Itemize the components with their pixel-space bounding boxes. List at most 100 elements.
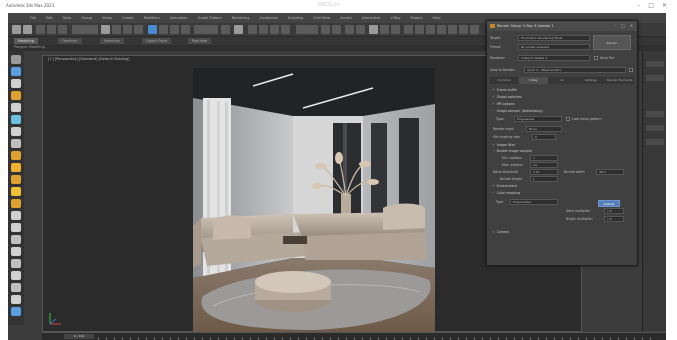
named-selection-dropdown[interactable] xyxy=(296,25,318,34)
ribbon-tab-object-paint[interactable]: Object Paint xyxy=(142,38,172,44)
modify-icon[interactable] xyxy=(11,151,21,160)
section-ipr-options[interactable]: + IPR options xyxy=(490,101,634,108)
dialog-maximize-icon[interactable]: □ xyxy=(621,23,625,28)
motion-icon[interactable] xyxy=(11,175,21,184)
shapes-icon[interactable] xyxy=(11,79,21,88)
select-by-name-icon[interactable] xyxy=(112,25,121,34)
create-panel-icon[interactable] xyxy=(11,55,21,64)
vray-sun-icon[interactable] xyxy=(11,223,21,232)
menu-arnold[interactable]: Arnold xyxy=(340,16,351,20)
section-camera[interactable]: + Camera xyxy=(490,229,634,236)
menu-vray[interactable]: V-Ray xyxy=(390,16,400,20)
section-color-mapping[interactable]: − Color mapping xyxy=(490,190,634,197)
reference-coordinate-dropdown[interactable] xyxy=(194,25,218,34)
menu-animation[interactable]: Animation xyxy=(170,16,188,20)
sampler-type-dropdown[interactable]: Progressive xyxy=(514,116,562,122)
dialog-close-icon[interactable]: ✕ xyxy=(630,23,633,28)
rotate-icon[interactable] xyxy=(159,25,168,34)
systems-icon[interactable] xyxy=(11,139,21,148)
menu-civil-view[interactable]: Civil View xyxy=(313,16,330,20)
placement-icon[interactable] xyxy=(181,25,190,34)
vray-sphere-icon[interactable] xyxy=(11,295,21,304)
vray-proxy-icon[interactable] xyxy=(11,259,21,268)
ribbon-tab-freeform[interactable]: Freeform xyxy=(58,38,82,44)
menu-customize[interactable]: Customize xyxy=(259,16,277,20)
vray-dome-icon[interactable] xyxy=(11,235,21,244)
scale-icon[interactable] xyxy=(170,25,179,34)
snaps-toggle-icon[interactable] xyxy=(248,25,257,34)
vray-camera-icon[interactable] xyxy=(11,247,21,256)
minimize-icon[interactable]: – xyxy=(637,2,640,9)
material-editor-icon[interactable] xyxy=(404,25,413,34)
view-to-render-dropdown[interactable]: Quad 4 - VRayCam001 xyxy=(524,67,626,73)
section-image-sampler[interactable]: − Image sampler (Antialiasing) xyxy=(490,108,634,115)
link-icon[interactable] xyxy=(36,25,45,34)
menu-help[interactable]: Help xyxy=(432,16,440,20)
command-panel-row[interactable] xyxy=(646,61,664,67)
render-mask-dropdown[interactable]: None xyxy=(526,126,562,132)
angle-snap-icon[interactable] xyxy=(259,25,268,34)
curve-editor-icon[interactable] xyxy=(380,25,389,34)
menu-file[interactable]: File xyxy=(30,16,36,20)
menu-project[interactable]: Project xyxy=(410,16,422,20)
helpers-icon[interactable] xyxy=(11,115,21,124)
render-setup-icon[interactable] xyxy=(415,25,424,34)
section-frame-buffer[interactable]: + Frame buffer xyxy=(490,87,634,94)
ribbon-tab-selection[interactable]: Selection xyxy=(100,38,125,44)
scene-explorer-icon[interactable] xyxy=(345,25,354,34)
vray-fur-icon[interactable] xyxy=(11,271,21,280)
rendered-frame-icon[interactable] xyxy=(426,25,435,34)
display-icon[interactable] xyxy=(11,187,21,196)
color-map-type-dropdown[interactable]: Exponential xyxy=(510,199,558,205)
vray-frame-buffer-icon[interactable] xyxy=(459,25,468,34)
tab-gi[interactable]: GI xyxy=(548,77,577,84)
tab-common[interactable]: Common xyxy=(490,77,519,84)
layer-explorer-icon[interactable] xyxy=(356,25,365,34)
render-iterative-icon[interactable] xyxy=(448,25,457,34)
dialog-titlebar[interactable]: Render Setup: V-Ray 6 Update 1 – □ ✕ xyxy=(487,21,637,31)
bright-multiplier-input[interactable]: 1.0 xyxy=(604,216,624,222)
timeline[interactable]: 0 / 100 xyxy=(42,332,666,340)
close-icon[interactable]: ✕ xyxy=(662,2,667,9)
lock-noise-checkbox[interactable] xyxy=(566,117,570,121)
maximize-icon[interactable]: □ xyxy=(648,2,654,9)
lock-view-icon[interactable] xyxy=(629,68,633,72)
select-object-icon[interactable] xyxy=(101,25,110,34)
selection-filter-dropdown[interactable] xyxy=(72,25,98,34)
menu-rendering[interactable]: Rendering xyxy=(232,16,250,20)
color-map-default-button[interactable]: Default xyxy=(598,200,620,207)
vray-light-icon[interactable] xyxy=(11,211,21,220)
tab-vray[interactable]: V-Ray xyxy=(518,77,548,84)
viewport-layout-icon[interactable] xyxy=(11,307,21,316)
vray-plane-icon[interactable] xyxy=(11,283,21,292)
bind-spacewarp-icon[interactable] xyxy=(58,25,67,34)
utilities-icon[interactable] xyxy=(11,199,21,208)
pivot-point-icon[interactable] xyxy=(221,25,230,34)
ribbon-tab-modeling[interactable]: Modeling xyxy=(14,38,38,44)
vray-render-icon[interactable] xyxy=(470,25,479,34)
select-manipulate-icon[interactable] xyxy=(234,25,243,34)
min-shading-input[interactable]: 6 xyxy=(532,134,556,140)
dark-multiplier-input[interactable]: 1.0 xyxy=(604,208,624,214)
percent-snap-icon[interactable] xyxy=(270,25,279,34)
cameras-icon[interactable] xyxy=(11,103,21,112)
align-icon[interactable] xyxy=(332,25,341,34)
geometry-icon[interactable] xyxy=(11,67,21,76)
target-dropdown[interactable]: Production Rendering Mode xyxy=(518,35,590,41)
tab-render-elements[interactable]: Render Elements xyxy=(605,77,634,84)
bucket-height-input[interactable]: L xyxy=(530,176,558,182)
menu-scripting[interactable]: Scripting xyxy=(288,16,304,20)
menu-graph-editors[interactable]: Graph Editors xyxy=(198,16,222,20)
hierarchy-icon[interactable] xyxy=(11,163,21,172)
graphite-toggle-icon[interactable] xyxy=(369,25,378,34)
menu-interactive[interactable]: Interactive xyxy=(362,16,381,20)
spinner-snap-icon[interactable] xyxy=(281,25,290,34)
spacewarps-icon[interactable] xyxy=(11,127,21,136)
renderer-dropdown[interactable]: V-Ray 6 Update 1 xyxy=(518,55,590,61)
menu-group[interactable]: Group xyxy=(81,16,92,20)
section-global-switches[interactable]: + Global switches xyxy=(490,94,634,101)
menu-edit[interactable]: Edit xyxy=(46,16,53,20)
unlink-icon[interactable] xyxy=(47,25,56,34)
command-panel-row[interactable] xyxy=(646,111,664,117)
dialog-minimize-icon[interactable]: – xyxy=(614,23,616,28)
